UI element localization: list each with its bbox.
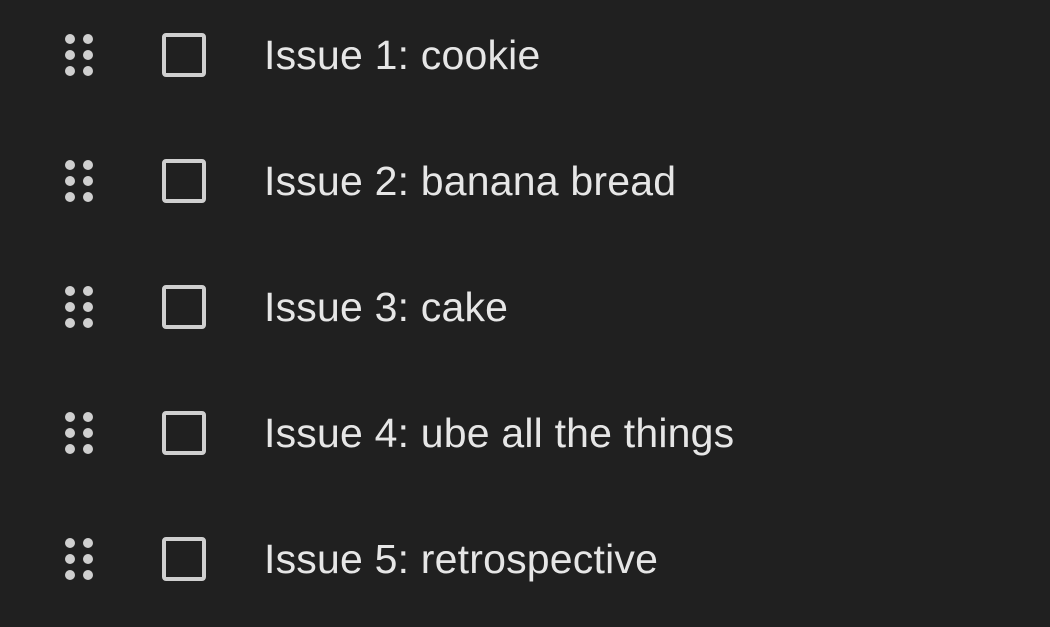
issue-label: Issue 5: retrospective <box>264 535 659 582</box>
issue-label: Issue 4: ube all the things <box>264 409 735 456</box>
drag-indicator-icon[interactable] <box>64 285 94 329</box>
issue-label: Issue 2: banana bread <box>264 157 677 204</box>
issue-checkbox[interactable] <box>160 535 208 583</box>
issue-checkbox[interactable] <box>160 157 208 205</box>
checkbox-unchecked-icon <box>162 285 206 329</box>
list-item: Issue 1: cookie <box>0 0 1050 118</box>
drag-indicator-icon[interactable] <box>64 159 94 203</box>
checkbox-unchecked-icon <box>162 411 206 455</box>
issue-checkbox[interactable] <box>160 31 208 79</box>
list-item: Issue 4: ube all the things <box>0 370 1050 496</box>
drag-indicator-icon[interactable] <box>64 33 94 77</box>
drag-indicator-icon[interactable] <box>64 537 94 581</box>
issue-checkbox[interactable] <box>160 283 208 331</box>
checkbox-unchecked-icon <box>162 537 206 581</box>
issue-list: Issue 1: cookie Issue 2: banana bread Is… <box>0 0 1050 627</box>
checkbox-unchecked-icon <box>162 159 206 203</box>
list-item: Issue 3: cake <box>0 244 1050 370</box>
checkbox-unchecked-icon <box>162 33 206 77</box>
drag-indicator-icon[interactable] <box>64 411 94 455</box>
issue-checkbox[interactable] <box>160 409 208 457</box>
issue-label: Issue 1: cookie <box>264 31 541 78</box>
issue-label: Issue 3: cake <box>264 283 509 330</box>
list-item: Issue 2: banana bread <box>0 118 1050 244</box>
list-item: Issue 5: retrospective <box>0 496 1050 622</box>
